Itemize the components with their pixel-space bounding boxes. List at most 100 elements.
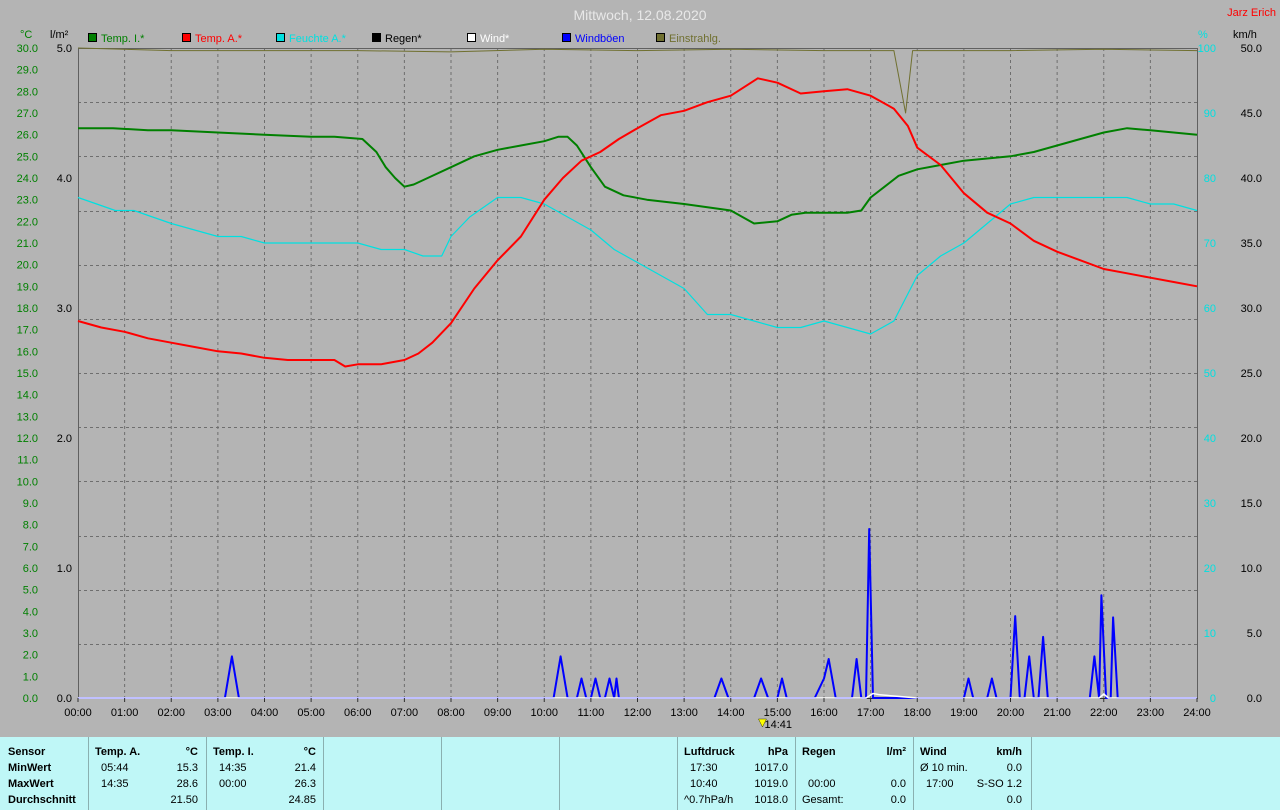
temp-a-max-time: 14:35 — [101, 778, 129, 790]
temp-tick-label: 27.0 — [17, 108, 38, 120]
pressure-unit: hPa — [767, 746, 788, 758]
legend-swatch — [276, 33, 285, 42]
temp-i-max: 26.3 — [294, 778, 316, 790]
temp-tick-label: 24.0 — [17, 173, 38, 185]
x-tick-label: 15:00 — [764, 707, 792, 719]
rain-axis-unit: l/m² — [50, 29, 69, 41]
x-tick-label: 16:00 — [810, 707, 838, 719]
humidity-axis-unit: % — [1198, 29, 1208, 41]
x-tick-label: 09:00 — [484, 707, 512, 719]
x-tick-label: 13:00 — [670, 707, 698, 719]
weather-chart: 0.0 1.0 2.0 3.0 4.0 5.0 6.0 7.0 8.0 9.0 10.0 11.0 12… — [17, 7, 1276, 731]
marker-label: 14:41 — [764, 719, 792, 731]
pressure-max-time: 10:40 — [690, 778, 718, 790]
legend-label: Einstrahlg. — [669, 33, 721, 45]
rain-unit: l/m² — [886, 746, 906, 758]
humidity-tick-label: 20 — [1204, 563, 1216, 575]
separator — [559, 737, 560, 810]
wind-tick-label: 45.0 — [1241, 108, 1262, 120]
wind-tick-label: 5.0 — [1247, 628, 1262, 640]
temp-i-avg: 24.85 — [288, 794, 316, 806]
rain-tick-label: 3.0 — [57, 303, 72, 315]
x-tick-label: 17:00 — [857, 707, 885, 719]
temp-tick-label: 4.0 — [23, 606, 38, 618]
temp-tick-label: 15.0 — [17, 368, 38, 380]
temp-a-unit: °C — [185, 746, 198, 758]
x-tick-label: 19:00 — [950, 707, 978, 719]
x-tick-label: 10:00 — [530, 707, 558, 719]
temp-tick-label: 22.0 — [17, 216, 38, 228]
humidity-tick-label: 0 — [1210, 693, 1216, 705]
pressure-min-time: 17:30 — [690, 762, 718, 774]
temp-tick-label: 0.0 — [23, 693, 38, 705]
legend-label: Feuchte A.* — [289, 33, 347, 45]
legend-label: Temp. A.* — [195, 33, 243, 45]
wind-tick-label: 25.0 — [1241, 368, 1262, 380]
pressure-trend-value: 1018.0 — [754, 794, 788, 806]
x-tick-label: 03:00 — [204, 707, 232, 719]
pressure-min: 1017.0 — [754, 762, 788, 774]
x-tick-label: 21:00 — [1043, 707, 1071, 719]
rain-tick-label: 2.0 — [57, 433, 72, 445]
author-label: Jarz Erich — [1227, 7, 1276, 19]
temp-axis: 0.0 1.0 2.0 3.0 4.0 5.0 6.0 7.0 8.0 9.0 10.0 11.0 12… — [17, 43, 38, 705]
pressure-trend-label: ^0.7hPa/h — [684, 794, 734, 806]
rain-axis: 0.0 1.0 2.0 3.0 4.0 5.0 — [57, 43, 72, 705]
humidity-tick-label: 60 — [1204, 303, 1216, 315]
wind-tick-label: 30.0 — [1241, 303, 1262, 315]
wind-tick-label: 0.0 — [1247, 693, 1262, 705]
temp-tick-label: 10.0 — [17, 476, 38, 488]
humidity-tick-label: 90 — [1204, 108, 1216, 120]
wind-tick-label: 15.0 — [1241, 498, 1262, 510]
sensor-header: Sensor — [8, 746, 46, 758]
wind-tick-label: 50.0 — [1241, 43, 1262, 55]
separator — [795, 737, 796, 810]
temp-tick-label: 13.0 — [17, 411, 38, 423]
wind-tick-label: 35.0 — [1241, 238, 1262, 250]
legend-label: Regen* — [385, 33, 422, 45]
wind-max: S-SO 1.2 — [976, 778, 1022, 790]
x-tick-label: 02:00 — [157, 707, 185, 719]
temp-tick-label: 25.0 — [17, 151, 38, 163]
temp-tick-label: 9.0 — [23, 498, 38, 510]
legend-swatch — [467, 33, 476, 42]
rain-header: Regen — [802, 746, 836, 758]
rain-tick-label: 4.0 — [57, 173, 72, 185]
temp-tick-label: 21.0 — [17, 238, 38, 250]
x-tick-label: 12:00 — [624, 707, 652, 719]
separator — [913, 737, 914, 810]
temp-i-unit: °C — [303, 746, 316, 758]
legend-label: Windböen — [575, 33, 625, 45]
x-tick-label: 22:00 — [1090, 707, 1118, 719]
temp-i-max-time: 00:00 — [219, 778, 247, 790]
x-tick-label: 11:00 — [578, 707, 605, 719]
x-tick-label: 01:00 — [111, 707, 139, 719]
x-tick-label: 18:00 — [903, 707, 931, 719]
wind-header: Wind — [920, 746, 947, 758]
x-tick-label: 20:00 — [997, 707, 1025, 719]
row-label-max: MaxWert — [8, 778, 54, 790]
humidity-tick-label: 30 — [1204, 498, 1216, 510]
legend-label: Temp. I.* — [101, 33, 145, 45]
temp-tick-label: 23.0 — [17, 195, 38, 207]
x-tick-label: 14:00 — [717, 707, 745, 719]
legend-swatch — [182, 33, 191, 42]
temp-tick-label: 14.0 — [17, 390, 38, 402]
temp-tick-label: 8.0 — [23, 520, 38, 532]
humidity-axis: 0 10 20 30 40 50 60 70 80 90 100 — [1198, 43, 1216, 705]
rain-total-label: Gesamt: — [802, 794, 844, 806]
temp-a-min-time: 05:44 — [101, 762, 129, 774]
time-axis: 00:00 01:00 02:00 03:00 04:00 05:00 06:00 07:00… — [64, 698, 1211, 719]
x-tick-label: 06:00 — [344, 707, 372, 719]
time-marker: 14:41 — [758, 718, 792, 731]
separator — [206, 737, 207, 810]
temp-a-header: Temp. A. — [95, 746, 141, 758]
temp-tick-label: 2.0 — [23, 650, 38, 662]
rain-total: 0.0 — [890, 794, 906, 806]
humidity-tick-label: 70 — [1204, 238, 1216, 250]
rain-max: 0.0 — [890, 778, 906, 790]
legend-swatch — [562, 33, 571, 42]
temp-tick-label: 28.0 — [17, 86, 38, 98]
row-label-min: MinWert — [8, 762, 52, 774]
wind-avg-label: Ø 10 min. — [920, 762, 968, 774]
